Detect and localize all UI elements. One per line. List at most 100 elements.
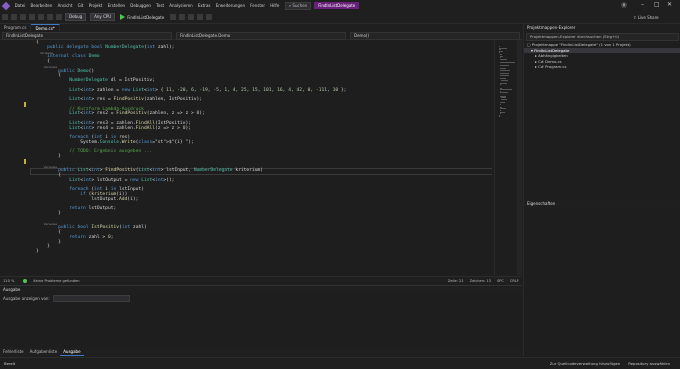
- minimap-line: [500, 104, 501, 105]
- minimap-line: [500, 83, 506, 84]
- class-dropdown[interactable]: FindInListDelegate.Demo: [176, 32, 346, 40]
- menu-projekt[interactable]: Projekt: [86, 3, 105, 8]
- minimap-line: [500, 70, 509, 71]
- output-source-select[interactable]: [53, 295, 130, 302]
- tree-item-label: C# Program.cs: [538, 64, 566, 69]
- toolbar: Debug Any CPU FindInListDelegate ⇪ Live …: [0, 11, 680, 24]
- menu-erstellen[interactable]: Erstellen: [105, 3, 128, 8]
- minimize-icon[interactable]: –: [641, 1, 644, 8]
- tree-item-label: FindInListDelegate: [534, 48, 569, 53]
- right-panel: Projektmappen-Explorer Projektmappen-Exp…: [523, 24, 680, 356]
- search-box[interactable]: ⌕ Suchen: [285, 2, 311, 10]
- minimap-line: [500, 84, 501, 85]
- tree-item-label: Projektmappe "FindInListDelegate" (1 von…: [532, 42, 631, 47]
- config-select[interactable]: Debug: [65, 13, 86, 21]
- minimap-line: [500, 92, 508, 93]
- problems-indicator[interactable]: Keine Probleme gefunden: [20, 279, 82, 283]
- save-icon[interactable]: [29, 14, 35, 20]
- status-bar: Bereit Zur Quellcodeverwaltung hinzufüge…: [0, 357, 680, 369]
- change-indicator: [24, 159, 26, 164]
- line-indicator[interactable]: Zeile: 21: [448, 279, 464, 283]
- back-icon[interactable]: [2, 14, 8, 20]
- new-file-icon[interactable]: [20, 14, 26, 20]
- tab-ausgabe[interactable]: Ausgabe: [60, 348, 83, 356]
- document-tabs: Program.cs Demo.cs*: [0, 24, 522, 31]
- close-icon[interactable]: ✕: [667, 1, 672, 8]
- tree-item-label: Abhängigkeiten: [538, 53, 568, 58]
- editor-status-bar: 110 % Keine Probleme gefunden Zeile: 21 …: [0, 276, 522, 284]
- minimap-line: [499, 115, 500, 116]
- member-dropdown[interactable]: Demo(): [350, 32, 520, 40]
- live-share-label: Live Share: [638, 15, 659, 20]
- tree-item-label: C# Demo.cs: [538, 59, 562, 64]
- undo-icon[interactable]: [47, 14, 53, 20]
- solution-explorer-title: Projektmappen-Explorer: [524, 24, 680, 32]
- menu-datei[interactable]: Datei: [12, 3, 28, 8]
- minimap-line: [500, 59, 506, 60]
- menu-ansicht[interactable]: Ansicht: [55, 3, 75, 8]
- menu-debuggen[interactable]: Debuggen: [128, 3, 154, 8]
- source-control-button[interactable]: Zur Quellcodeverwaltung hinzufügen: [550, 361, 621, 366]
- code-line: [36, 264, 492, 269]
- menu-analysieren[interactable]: Analysieren: [167, 3, 196, 8]
- avatar[interactable]: U: [621, 2, 627, 8]
- menu-bar: Datei Bearbeiten Ansicht Git Projekt Ers…: [0, 0, 680, 11]
- tab-aufgabenliste[interactable]: Aufgabenliste: [27, 348, 61, 356]
- minimap-line: [500, 75, 508, 76]
- output-panel: Ausgabe Ausgabe anzeigen von:: [0, 285, 522, 349]
- tool-icon[interactable]: [197, 14, 203, 20]
- code-editor[interactable]: { public delegate bool NumberDelegate(in…: [0, 40, 492, 275]
- search-label: Suchen: [292, 3, 307, 8]
- save-all-icon[interactable]: [38, 14, 44, 20]
- tree-item-program-cs[interactable]: ▸ C# Program.cs: [524, 64, 680, 70]
- hot-reload-icon[interactable]: [179, 14, 185, 20]
- output-title: Ausgabe: [0, 286, 522, 294]
- menu-bearbeiten[interactable]: Bearbeiten: [28, 3, 55, 8]
- vs-logo-icon[interactable]: [2, 1, 10, 9]
- play-icon: [120, 14, 125, 20]
- minimap[interactable]: [494, 40, 517, 275]
- zoom-level[interactable]: 110 %: [3, 279, 14, 283]
- menu-fenster[interactable]: Fenster: [248, 3, 268, 8]
- run-label: FindInListDelegate: [127, 15, 164, 20]
- line-gutter: [0, 40, 28, 275]
- solution-title-badge: FindInListDelegate: [314, 2, 359, 9]
- live-share-button[interactable]: ⇪ Live Share: [633, 15, 659, 20]
- platform-select[interactable]: Any CPU: [90, 13, 115, 21]
- tab-fehlerliste[interactable]: Fehlerliste: [0, 348, 27, 356]
- menu-test[interactable]: Test: [154, 3, 167, 8]
- code-text[interactable]: { public delegate bool NumberDelegate(in…: [36, 41, 492, 269]
- menu-extras[interactable]: Extras: [195, 3, 213, 8]
- vertical-scrollbar[interactable]: [517, 40, 522, 275]
- menu-hilfe[interactable]: Hilfe: [268, 3, 282, 8]
- forward-icon[interactable]: [11, 14, 17, 20]
- output-source-row: Ausgabe anzeigen von:: [0, 294, 522, 302]
- tool-icon[interactable]: [188, 14, 194, 20]
- redo-icon[interactable]: [56, 14, 62, 20]
- status-ready: Bereit: [4, 361, 15, 366]
- change-indicator: [24, 102, 26, 107]
- menu-erweiterungen[interactable]: Erweiterungen: [213, 3, 247, 8]
- check-icon: [23, 279, 27, 283]
- maximize-icon[interactable]: □: [654, 1, 660, 8]
- char-indicator[interactable]: Zeichen: 13: [470, 279, 491, 283]
- minimap-line: [500, 65, 509, 66]
- problems-label: Keine Probleme gefunden: [33, 279, 79, 283]
- minimap-line: [500, 62, 515, 63]
- bottom-tabs: Fehlerliste Aufgabenliste Ausgabe: [0, 348, 522, 356]
- minimap-line: [501, 99, 507, 100]
- project-dropdown[interactable]: FindInListDelegate: [2, 32, 172, 40]
- tab-program-cs[interactable]: Program.cs: [0, 24, 31, 31]
- run-button[interactable]: FindInListDelegate: [120, 14, 164, 20]
- whitespace-mode[interactable]: SPC: [497, 279, 504, 283]
- minimap-line: [501, 80, 508, 81]
- properties-title: Eigenschaften: [524, 200, 680, 208]
- debug-icon[interactable]: [170, 14, 176, 20]
- line-ending[interactable]: CRLF: [510, 279, 519, 283]
- tool-icon[interactable]: [206, 14, 212, 20]
- solution-explorer-search[interactable]: Projektmappen-Explorer durchsuchen (Strg…: [526, 33, 679, 41]
- repo-select-button[interactable]: Repository auswählen: [628, 361, 670, 366]
- menu-git[interactable]: Git: [75, 3, 86, 8]
- output-source-label: Ausgabe anzeigen von:: [3, 296, 50, 301]
- solution-tree: ▢ Projektmappe "FindInListDelegate" (1 v…: [524, 42, 680, 70]
